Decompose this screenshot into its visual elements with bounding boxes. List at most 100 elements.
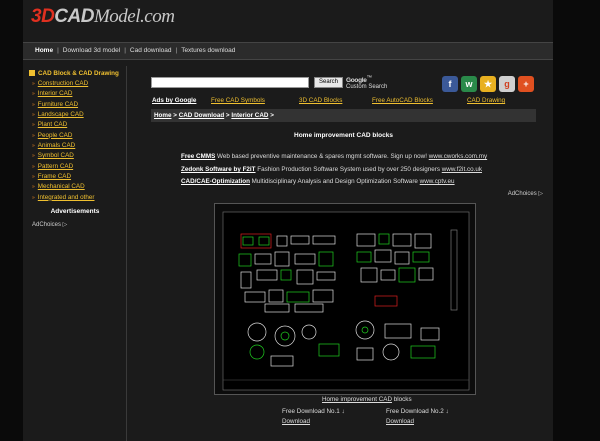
sidebar-item-frame: » Frame CAD (32, 173, 95, 183)
google-logo: Google™ (346, 75, 372, 84)
sidebar-link[interactable]: Landscape CAD (38, 111, 84, 118)
nav-download-3d-model[interactable]: Download 3d model (63, 47, 120, 54)
breadcrumb-interior-cad[interactable]: Interior CAD (231, 112, 268, 119)
ad-row: Zedonk Software by F2iT Fashion Producti… (181, 166, 482, 173)
nav-separator: | (124, 47, 126, 54)
breadcrumb-cad-download[interactable]: CAD Download (179, 112, 224, 119)
download-1-label: Free Download No.1 ↓ (282, 408, 345, 415)
arrow-icon: » (32, 91, 35, 98)
sidebar-link[interactable]: Frame CAD (38, 173, 71, 180)
sidebar-item-furniture: » Furniture CAD (32, 101, 95, 111)
minus-box-icon (29, 70, 35, 76)
advertisements-heading: Advertisements (50, 208, 100, 215)
nav-cad-download[interactable]: Cad download (130, 47, 172, 54)
sidebar-item-mechanical: » Mechanical CAD (32, 183, 95, 193)
sidebar-item-interior: » Interior CAD (32, 90, 95, 100)
sidebar-item-plant: » Plant CAD (32, 121, 95, 131)
download-2-link[interactable]: Download (386, 418, 414, 425)
facebook-icon[interactable]: f (442, 76, 458, 92)
ad-text: Web based preventive maintenance & spare… (217, 153, 427, 160)
nav-separator: | (175, 47, 178, 54)
star-icon[interactable]: ★ (480, 76, 496, 92)
top-nav: Home | Download 3d model | Cad download | Text… (23, 42, 553, 60)
download-label-text: Free Download No.1 (282, 408, 340, 415)
sidebar-link[interactable]: Pattern CAD (38, 163, 73, 170)
add-plus-icon[interactable]: + (518, 76, 534, 92)
page-title: Home improvement CAD blocks (294, 132, 393, 139)
ad-link-3d-cad-blocks[interactable]: 3D CAD Blocks (299, 97, 342, 104)
nav-textures-download[interactable]: Textures download (181, 47, 235, 54)
caption-link[interactable]: Home improvement CAD (322, 396, 392, 403)
ad-title[interactable]: CAD/CAE-Optimization (181, 178, 250, 185)
cad-preview-image[interactable] (214, 203, 476, 395)
ad-text: Fashion Production Software System used … (257, 166, 440, 173)
arrow-icon: » (32, 153, 35, 160)
sidebar-link[interactable]: Animals CAD (38, 142, 75, 149)
logo-model: Model.com (93, 6, 175, 27)
arrow-icon: » (32, 112, 35, 119)
logo-3d: 3D (31, 6, 55, 27)
sidebar-link[interactable]: Integrated and other (38, 194, 95, 201)
arrow-icon: » (32, 132, 35, 139)
site-logo[interactable]: 3DCADModel.com (31, 6, 175, 28)
sidebar-link[interactable]: Symbol CAD (38, 152, 74, 159)
download-label-text: Free Download No.2 (386, 408, 444, 415)
nav-home[interactable]: Home (35, 47, 53, 54)
sidebar-link[interactable]: People CAD (38, 132, 73, 139)
sidebar-item-pattern: » Pattern CAD (32, 163, 95, 173)
arrow-icon: » (32, 174, 35, 181)
adchoices-link[interactable]: AdChoices ▷ (32, 221, 67, 228)
download-2-label: Free Download No.2 ↓ (386, 408, 449, 415)
adchoices-link[interactable]: AdChoices ▷ (508, 190, 543, 197)
sidebar-heading[interactable]: CAD Block & CAD Drawing (29, 70, 119, 77)
custom-search-label: Custom Search (346, 84, 388, 90)
page-frame: 3DCADModel.com Home | Download 3d model | Ca… (23, 0, 553, 441)
arrow-icon: » (32, 163, 35, 170)
download-arrow-icon: ↓ (341, 408, 345, 415)
sidebar: CAD Block & CAD Drawing » Construction CA… (23, 66, 127, 441)
breadcrumb-sep: > (270, 112, 274, 119)
search-input[interactable] (151, 77, 309, 88)
sidebar-item-animals: » Animals CAD (32, 142, 95, 152)
arrow-icon: » (32, 184, 35, 191)
ad-title[interactable]: Free CMMS (181, 153, 215, 160)
image-caption: Home improvement CAD blocks (322, 396, 412, 403)
nav-separator: | (57, 47, 59, 54)
arrow-icon: » (32, 101, 35, 108)
ad-url[interactable]: www.cptv.eu (420, 178, 455, 185)
google-tm: ™ (366, 75, 372, 81)
sidebar-list: » Construction CAD » Interior CAD » Furnitu… (32, 80, 95, 204)
ads-by-google[interactable]: Ads by Google (152, 97, 196, 104)
sidebar-link[interactable]: Furniture CAD (38, 101, 78, 108)
ad-link-free-autocad-blocks[interactable]: Free AutoCAD Blocks (372, 97, 433, 104)
ad-url[interactable]: www.cworks.com.my (429, 153, 487, 160)
sidebar-item-integrated: » Integrated and other (32, 194, 95, 204)
breadcrumb-home[interactable]: Home (154, 112, 172, 119)
sidebar-link[interactable]: Plant CAD (38, 121, 67, 128)
sidebar-item-landscape: » Landscape CAD (32, 111, 95, 121)
ad-link-cad-drawing[interactable]: CAD Drawing (467, 97, 505, 104)
sidebar-link[interactable]: Mechanical CAD (38, 183, 85, 190)
ad-text: Multidisciplinary Analysis and Design Op… (251, 178, 418, 185)
sidebar-link[interactable]: Construction CAD (38, 80, 88, 87)
sidebar-link[interactable]: Interior CAD (38, 90, 73, 97)
ad-links-bar: Ads by Google Free CAD Symbols 3D CAD Bl… (152, 97, 547, 107)
download-1: Download (282, 418, 310, 425)
google-share-icon[interactable]: g (499, 76, 515, 92)
sidebar-heading-label: CAD Block & CAD Drawing (38, 70, 119, 77)
ad-url[interactable]: www.f2it.co.uk (442, 166, 482, 173)
arrow-icon: » (32, 143, 35, 150)
arrow-icon: » (32, 81, 35, 87)
breadcrumb: Home > CAD Download > Interior CAD > (151, 109, 536, 122)
share-w-icon[interactable]: w (461, 76, 477, 92)
download-1-link[interactable]: Download (282, 418, 310, 425)
ad-link-free-cad-symbols[interactable]: Free CAD Symbols (211, 97, 265, 104)
ad-row: Free CMMS Web based preventive maintenan… (181, 153, 487, 160)
breadcrumb-sep: > (225, 112, 230, 119)
social-icons: f w ★ g + (442, 76, 534, 92)
caption-rest: blocks (392, 396, 412, 403)
search-button[interactable]: Search (314, 77, 343, 88)
arrow-icon: » (32, 122, 35, 129)
ad-title[interactable]: Zedonk Software by F2iT (181, 166, 256, 173)
main-content: Search Google™ Custom Search f w ★ g + A… (128, 66, 553, 441)
